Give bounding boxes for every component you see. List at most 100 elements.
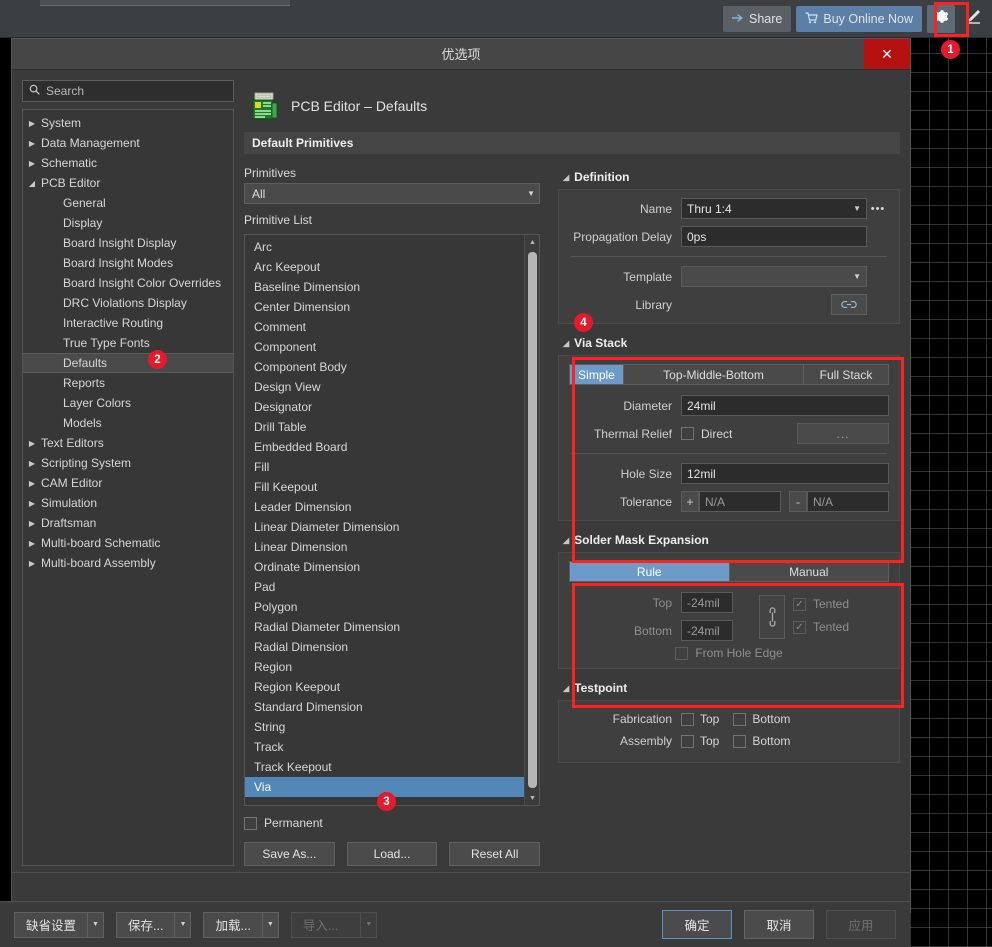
sidebar-item-simulation[interactable]: ▶ Simulation [23,493,233,513]
sidebar-item-general[interactable]: General [23,193,233,213]
list-item[interactable]: Linear Dimension [245,537,524,557]
list-item[interactable]: Center Dimension [245,297,524,317]
share-button[interactable]: Share [723,6,792,32]
list-item[interactable]: Embedded Board [245,437,524,457]
close-icon[interactable]: ✕ [864,39,910,69]
list-item[interactable]: Linear Diameter Dimension [245,517,524,537]
list-item[interactable]: Region [245,657,524,677]
ok-button[interactable]: 确定 [662,910,732,939]
chevron-down-icon[interactable]: ▼ [261,911,279,938]
from-hole-edge-row[interactable]: From Hole Edge [569,646,889,660]
scrollbar-thumb[interactable] [528,252,537,788]
chevron-right-icon[interactable]: ▶ [23,139,41,148]
sidebar-item-board-insight-color-overrides[interactable]: Board Insight Color Overrides [23,273,233,293]
document-tab-strip[interactable] [40,0,290,6]
chevron-down-icon[interactable]: ▼ [87,911,105,938]
list-item[interactable]: Pad [245,577,524,597]
sidebar-item-schematic[interactable]: ▶ Schematic [23,153,233,173]
list-item[interactable]: Radial Diameter Dimension [245,617,524,637]
list-item[interactable]: Fill Keepout [245,477,524,497]
save-split-button[interactable]: 保存... ▼ [116,911,192,938]
tolerance-minus-input[interactable]: N/A [807,491,889,512]
tented-bottom-row[interactable]: ✓ Tented [793,617,889,638]
assembly-top-checkbox-row[interactable]: Top [681,734,719,748]
solder-mask-mode-rule[interactable]: Rule [570,562,730,581]
thermal-relief-checkbox[interactable] [681,427,694,440]
list-item[interactable]: Design View [245,377,524,397]
chevron-right-icon[interactable]: ▶ [23,559,41,568]
primitives-filter-dropdown[interactable]: All ▼ [244,183,540,204]
solder-mask-mode-segmented[interactable]: Rule Manual [569,561,889,582]
sidebar-item-draftsman[interactable]: ▶ Draftsman [23,513,233,533]
hole-size-input[interactable]: 12mil [681,463,889,484]
sidebar-item-models[interactable]: Models [23,413,233,433]
list-item[interactable]: Comment [245,317,524,337]
load-button[interactable]: Load... [346,842,438,866]
chevron-right-icon[interactable]: ▶ [23,539,41,548]
list-item[interactable]: Component [245,337,524,357]
sidebar-item-layer-colors[interactable]: Layer Colors [23,393,233,413]
list-item[interactable]: Arc Keepout [245,257,524,277]
permanent-checkbox[interactable] [244,816,257,830]
solder-mask-group-title[interactable]: ◢ Solder Mask Expansion [558,529,900,550]
via-mode-top-middle-bottom[interactable]: Top-Middle-Bottom [624,365,804,384]
fabrication-bottom-checkbox-row[interactable]: Bottom [733,712,790,726]
sidebar-item-multi-board-schematic[interactable]: ▶ Multi-board Schematic [23,533,233,553]
gear-settings-button[interactable] [927,5,955,33]
reset-all-button[interactable]: Reset All [449,842,541,866]
thermal-relief-more-button[interactable]: ... [797,423,889,444]
list-item[interactable]: Radial Dimension [245,637,524,657]
dialog-title-bar[interactable]: 优选项 ✕ [12,39,910,70]
chevron-down-icon[interactable]: ◢ [23,179,41,188]
scroll-down-icon[interactable]: ▼ [525,791,539,805]
assembly-bottom-checkbox-row[interactable]: Bottom [733,734,790,748]
template-dropdown[interactable]: ▼ [681,266,867,287]
sidebar-item-board-insight-modes[interactable]: Board Insight Modes [23,253,233,273]
link-icon[interactable] [831,294,867,315]
via-stack-group-title[interactable]: ◢ Via Stack [558,332,900,353]
list-item[interactable]: Region Keepout [245,677,524,697]
chevron-right-icon[interactable]: ▶ [23,479,41,488]
from-hole-edge-checkbox[interactable] [675,646,689,660]
diameter-input[interactable]: 24mil [681,395,889,416]
save-as-button[interactable]: Save As... [244,842,335,866]
solder-mask-top-input[interactable]: -24mil [681,592,733,613]
solder-mask-bottom-input[interactable]: -24mil [681,620,733,641]
sidebar-item-pcb-editor[interactable]: ◢ PCB Editor [23,173,233,193]
assembly-top-checkbox[interactable] [681,734,694,748]
pcb-board-canvas[interactable] [910,38,992,947]
save-label[interactable]: 保存... [116,911,175,938]
buy-online-button[interactable]: Buy Online Now [796,6,922,32]
primitive-list[interactable]: Arc Arc Keepout Baseline Dimension Center D… [245,235,524,805]
default-settings-label[interactable]: 缺省设置 [14,911,88,938]
name-dropdown[interactable]: Thru 1:4 ▼ [681,198,867,219]
load-split-button[interactable]: 加载... ▼ [203,911,279,938]
sidebar-item-reports[interactable]: Reports [23,373,233,393]
chevron-right-icon[interactable]: ▶ [23,439,41,448]
sidebar-item-display[interactable]: Display [23,213,233,233]
fabrication-top-checkbox[interactable] [681,712,694,726]
preferences-tree[interactable]: ▶ System ▶ Data Management ▶ Schematic ◢ PCB Ed… [22,109,234,866]
ellipsis-icon[interactable]: ••• [867,203,889,215]
tolerance-plus-input[interactable]: N/A [699,491,781,512]
via-mode-simple[interactable]: Simple [570,365,624,384]
primitive-list-scrollbar[interactable]: ▲ ▼ [524,235,539,805]
solder-mask-mode-manual[interactable]: Manual [729,562,888,581]
via-stack-mode-segmented[interactable]: Simple Top-Middle-Bottom Full Stack [569,364,889,385]
testpoint-group-title[interactable]: ◢ Testpoint [558,677,900,698]
via-mode-full-stack[interactable]: Full Stack [804,365,888,384]
sidebar-item-scripting-system[interactable]: ▶ Scripting System [23,453,233,473]
sidebar-item-drc-violations-display[interactable]: DRC Violations Display [23,293,233,313]
search-input[interactable] [46,84,227,98]
chain-link-icon[interactable] [759,594,785,639]
chevron-down-icon[interactable]: ▼ [853,204,861,213]
pen-tool-button[interactable] [960,6,986,32]
sidebar-item-defaults[interactable]: Defaults [23,353,233,373]
chevron-right-icon[interactable]: ▶ [23,459,41,468]
chevron-right-icon[interactable]: ▶ [23,159,41,168]
permanent-checkbox-row[interactable]: Permanent [244,816,540,830]
list-item[interactable]: Arc [245,237,524,257]
sidebar-item-text-editors[interactable]: ▶ Text Editors [23,433,233,453]
list-item[interactable]: Drill Table [245,417,524,437]
tented-top-row[interactable]: ✓ Tented [793,594,889,615]
